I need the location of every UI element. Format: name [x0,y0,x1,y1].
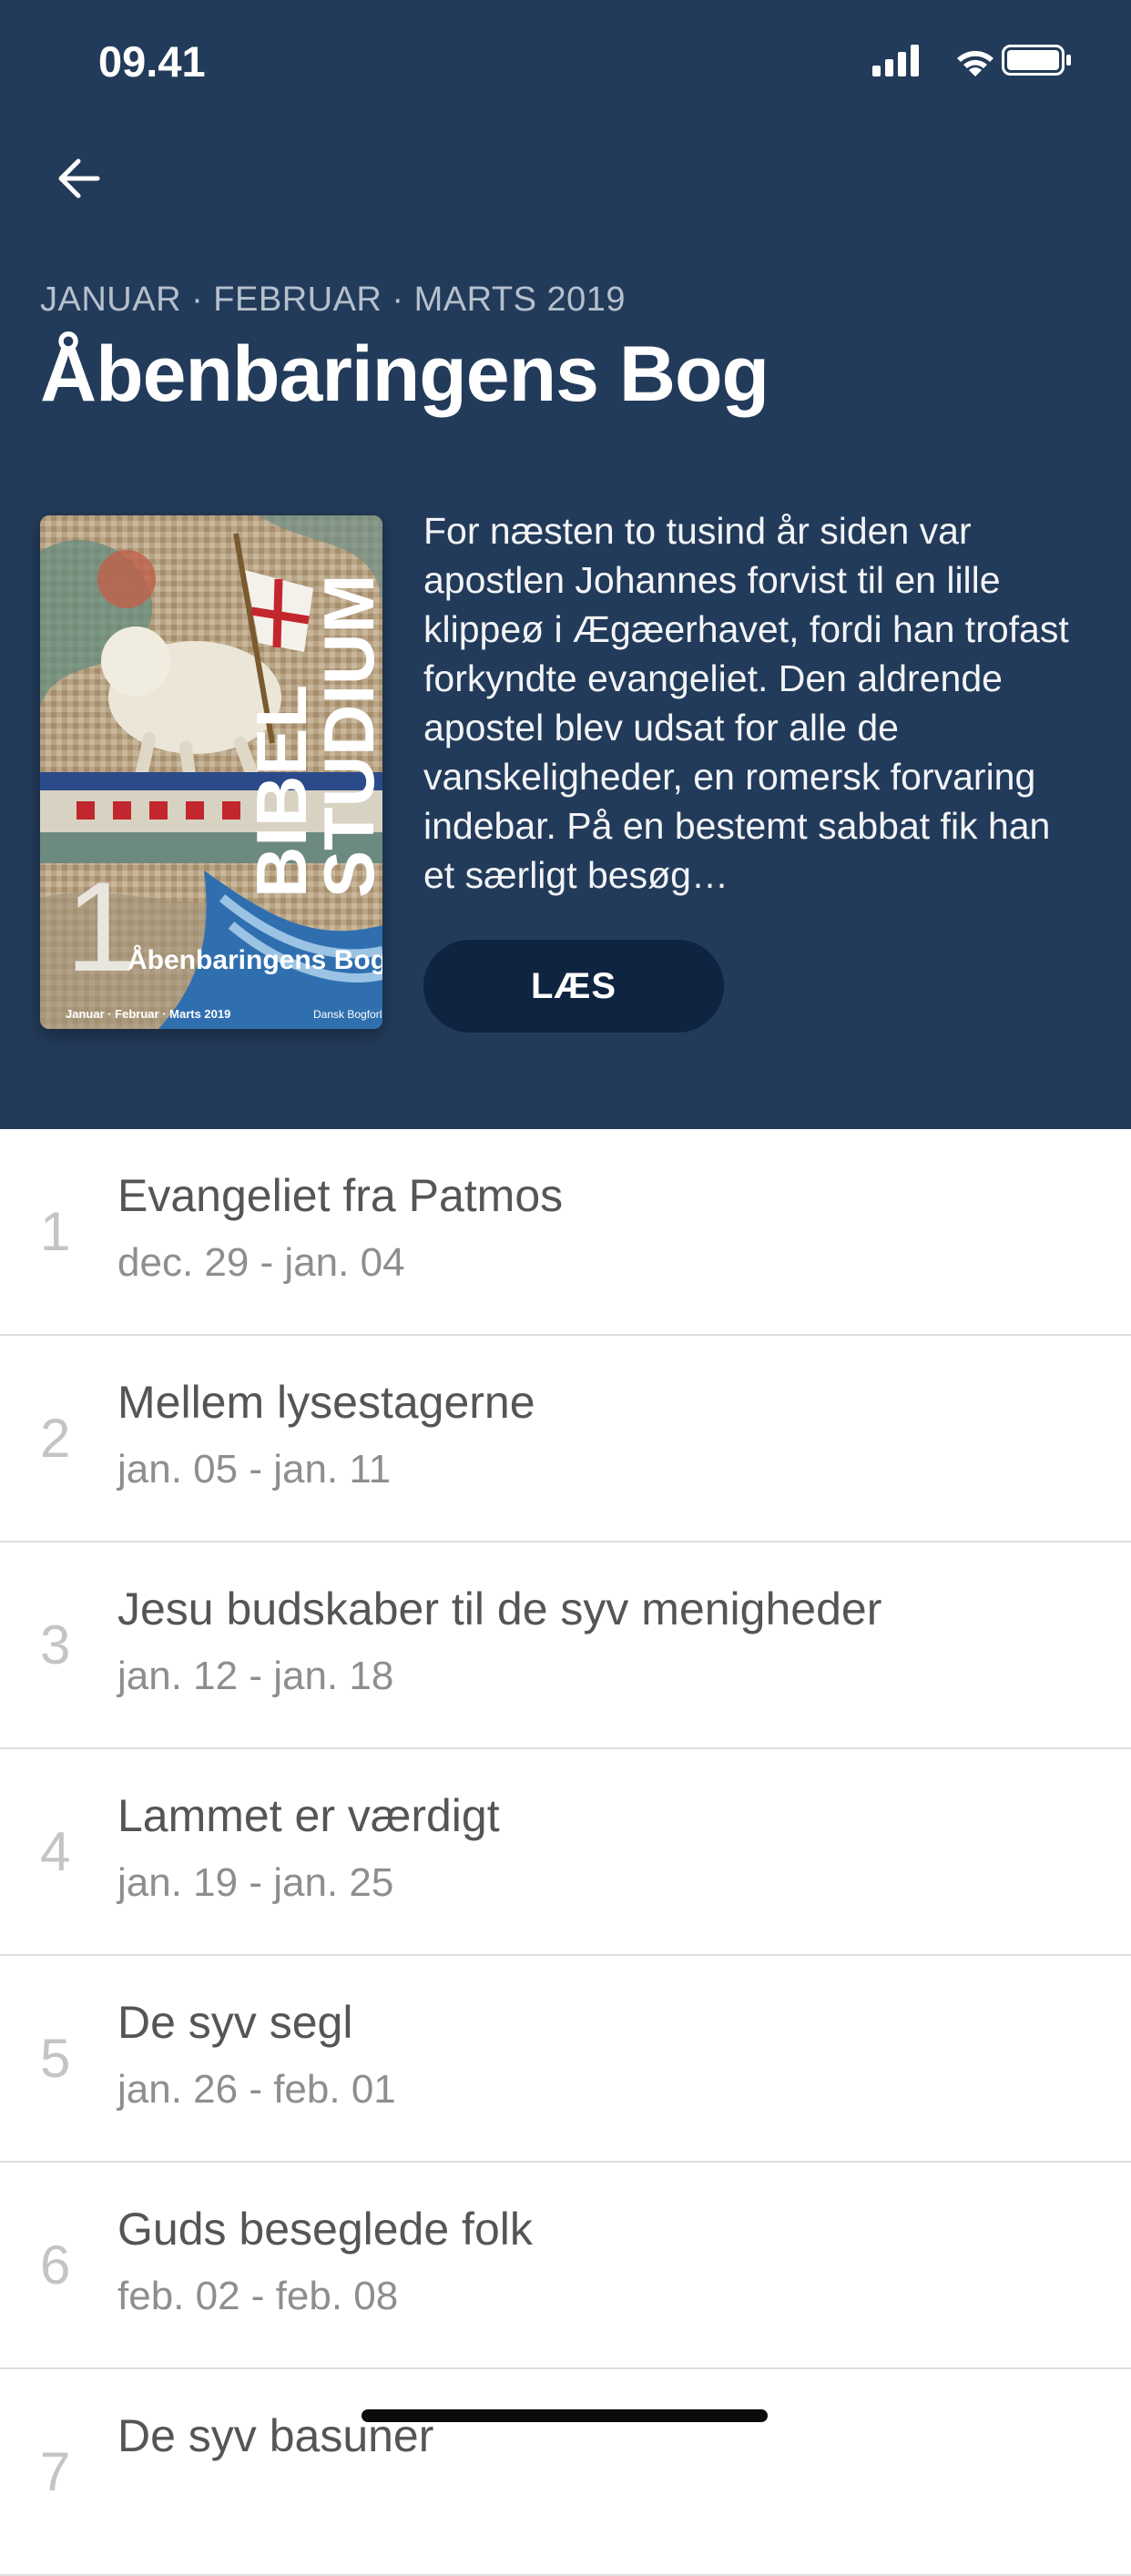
lesson-title: Evangeliet fra Patmos [117,1170,564,1221]
lesson-title: Jesu budskaber til de syv menigheder [117,1583,882,1634]
cover-book-title: Åbenbaringens Bog [127,945,382,975]
lesson-number: 5 [40,2028,71,2089]
status-time: 09.41 [98,37,206,86]
lesson-dates: jan. 05 - jan. 11 [117,1447,392,1492]
header: 09.41 JANUAR · FEBRUAR · MARTS 2019 Åben… [0,0,1131,1129]
lesson-item[interactable]: 2 Mellem lysestagerne jan. 05 - jan. 11 [0,1336,1131,1543]
lesson-dates: feb. 02 - feb. 08 [117,2274,399,2318]
cover-issue-number: 1 [66,855,137,998]
battery-icon [1002,45,1071,76]
lesson-list: 1 Evangeliet fra Patmos dec. 29 - jan. 0… [0,1129,1131,2576]
lesson-dates: jan. 12 - jan. 18 [117,1654,394,1698]
lesson-item[interactable]: 6 Guds beseglede folk feb. 02 - feb. 08 [0,2163,1131,2369]
quarter-description: For næsten to tusind år siden var apostl… [423,510,1069,896]
signal-icon [872,45,919,76]
cover-publisher: Dansk Bogforlag [313,1008,382,1021]
lesson-number: 4 [40,1821,71,1882]
lesson-item[interactable]: 5 De syv segl jan. 26 - feb. 01 [0,1956,1131,2163]
cover-image[interactable]: BIBEL STUDIUM 1 Åbenbaringens Bog Januar… [40,515,382,1029]
home-indicator[interactable] [362,2409,768,2422]
lesson-number: 6 [40,2235,71,2296]
lesson-title: Guds beseglede folk [117,2204,533,2255]
back-arrow-icon [58,158,100,199]
lesson-title: Mellem lysestagerne [117,1377,535,1428]
lesson-dates: jan. 19 - jan. 25 [117,1860,394,1905]
lesson-number: 3 [40,1614,71,1675]
page-title: Åbenbaringens Bog [40,331,769,418]
lesson-dates: dec. 29 - jan. 04 [117,1240,405,1285]
lesson-dates: jan. 26 - feb. 01 [117,2067,396,2112]
lesson-item[interactable]: 3 Jesu budskaber til de syv menigheder j… [0,1543,1131,1749]
read-button[interactable]: LÆS [423,940,724,1033]
lesson-number: 1 [40,1201,71,1262]
lesson-number: 2 [40,1408,71,1469]
lesson-item[interactable]: 1 Evangeliet fra Patmos dec. 29 - jan. 0… [0,1129,1131,1336]
back-button[interactable] [42,142,115,215]
lesson-number: 7 [40,2441,71,2502]
quarter-label: JANUAR · FEBRUAR · MARTS 2019 [40,280,627,319]
status-icons [872,45,1071,76]
lesson-item[interactable]: 7 De syv basuner [0,2369,1131,2576]
lesson-item[interactable]: 4 Lammet er værdigt jan. 19 - jan. 25 [0,1749,1131,1956]
wifi-icon [957,51,993,76]
cover-period: Januar · Februar · Marts 2019 [66,1007,230,1021]
lesson-title: De syv segl [117,1997,353,2048]
cover-series-line2: STUDIUM [309,575,382,898]
lesson-title: Lammet er værdigt [117,1790,500,1841]
